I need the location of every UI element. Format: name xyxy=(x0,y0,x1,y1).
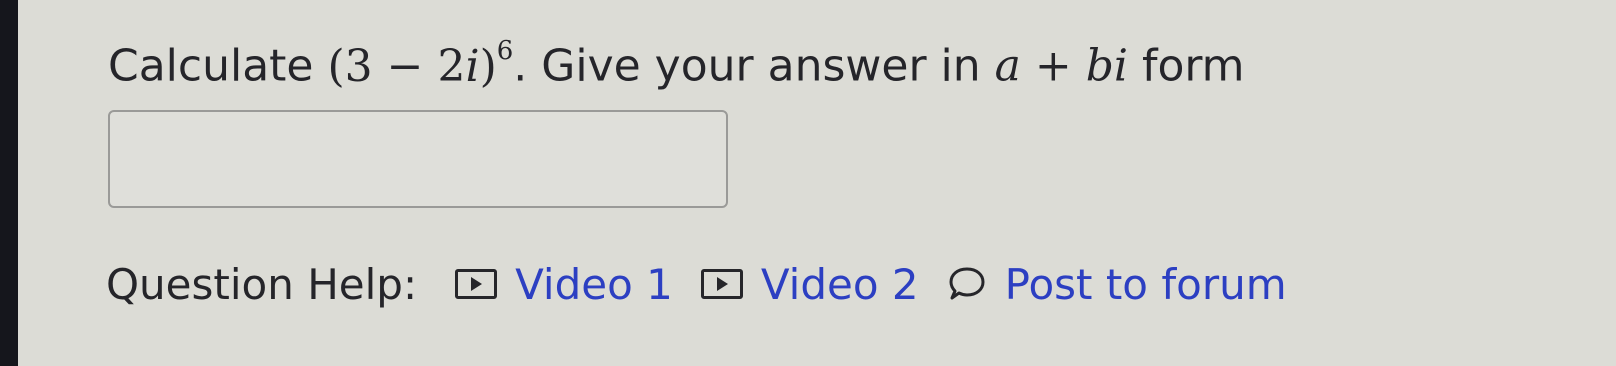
video-1-label: Video 1 xyxy=(515,259,673,309)
video-icon xyxy=(700,269,743,299)
answer-input[interactable] xyxy=(108,110,728,208)
expression-variable: i xyxy=(465,40,480,92)
question-prefix: Calculate xyxy=(108,40,314,92)
form-plus: + xyxy=(1020,40,1086,92)
video-1-link[interactable]: Video 1 xyxy=(455,260,673,309)
question-help-label: Question Help: xyxy=(106,259,418,309)
question-suffix: form xyxy=(1141,40,1245,92)
post-to-forum-label: Post to forum xyxy=(1004,259,1287,309)
question-help: Question Help: Video 1 Video 2 Post to f… xyxy=(106,252,1315,316)
math-expression: (3 − 2i)6 xyxy=(327,36,514,92)
expression-base: (3 − 2 xyxy=(327,40,466,92)
form-b: bi xyxy=(1085,40,1128,92)
video-icon xyxy=(455,269,498,299)
post-to-forum-link[interactable]: Post to forum xyxy=(947,260,1287,309)
video-2-link[interactable]: Video 2 xyxy=(700,259,919,309)
form-a: a xyxy=(994,40,1021,92)
expression-close: ) xyxy=(479,40,497,92)
speech-bubble-icon xyxy=(949,267,985,300)
question-text: Calculate (3 − 2i)6. Give your answer in… xyxy=(108,22,1245,102)
screen-edge xyxy=(0,0,18,366)
expression-exponent: 6 xyxy=(496,36,514,66)
question-middle: . Give your answer in xyxy=(513,40,981,92)
video-2-label: Video 2 xyxy=(760,259,919,309)
